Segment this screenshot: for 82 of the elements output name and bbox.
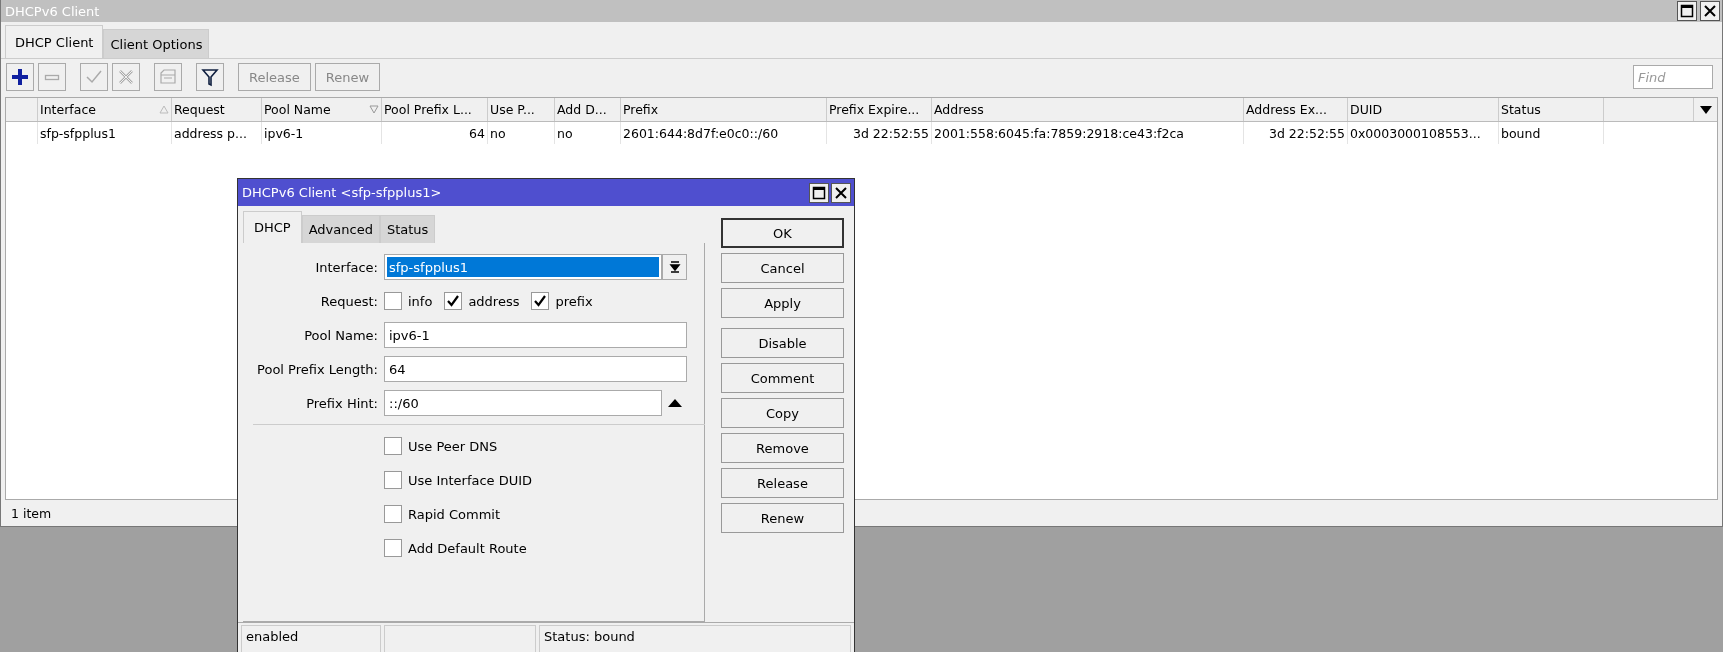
column-header[interactable]: Prefix [621,98,827,121]
field-label: Prefix Hint: [305,395,379,411]
close-icon[interactable] [1700,1,1720,21]
dialog-button[interactable]: Renew [721,503,844,533]
sort-descending-icon [369,105,379,114]
input-field[interactable]: ::/60 [384,390,662,416]
table-cell: no [555,122,621,144]
table-cell: 64 [382,122,488,144]
table-cell: 2601:644:8d7f:e0c0::/60 [621,122,827,144]
checkbox[interactable] [384,437,402,455]
table-cell: no [488,122,555,144]
tab[interactable]: DHCP Client [5,25,104,58]
column-header[interactable]: DUID [1348,98,1499,121]
close-icon[interactable] [831,182,851,203]
dialog-title: DHCPv6 Client <sfp-sfpplus1> [242,185,442,200]
field-label: Request: [319,293,379,309]
checkbox-label: Use Peer DNS [408,438,498,454]
checkbox[interactable] [384,505,402,523]
dialog-button[interactable]: OK [721,218,844,248]
tab[interactable]: Status [379,215,436,243]
checkbox[interactable] [384,539,402,557]
column-header[interactable]: Add D... [555,98,621,121]
checkbox[interactable] [531,292,550,310]
field-label: Pool Name: [303,327,379,343]
collapse-icon[interactable] [667,399,682,407]
column-header[interactable]: Status [1499,98,1604,121]
table-cell: 0x0003000108553... [1348,122,1499,144]
dropdown-button[interactable] [662,254,687,280]
table-cell: bound [1499,122,1604,144]
table-cell: 3d 22:52:55 [827,122,932,144]
checkbox-label: Rapid Commit [408,506,501,522]
table-cell: ipv6-1 [262,122,382,144]
checkbox-label: prefix [555,293,593,309]
dialog-button[interactable]: Comment [721,363,844,393]
column-header[interactable]: Pool Name [262,98,382,121]
item-count: 1 item [11,505,52,521]
maximize-icon[interactable] [809,182,829,203]
table-cell: 3d 22:52:55 [1244,122,1348,144]
tab[interactable]: Client Options [103,29,210,58]
maximize-icon[interactable] [1677,1,1697,21]
connection-status: Status: bound [539,625,851,652]
field-label: Interface: [314,259,379,275]
filter-icon [200,67,220,87]
add-button[interactable] [6,63,34,91]
dialog-button[interactable]: Remove [721,433,844,463]
input-field[interactable]: 64 [384,356,687,382]
table-cell: address p... [172,122,262,144]
checkbox-label: info [408,293,433,309]
table-cell: 2001:558:6045:fa:7859:2918:ce43:f2ca [932,122,1244,144]
dialog-button[interactable]: Apply [721,288,844,318]
window-title: DHCPv6 Client [5,3,100,19]
column-header[interactable]: Prefix Expire... [827,98,932,121]
input-field[interactable]: ipv6-1 [384,322,687,348]
checkbox-label: Add Default Route [408,540,527,556]
column-header[interactable]: Interface [38,98,172,121]
dialog-button[interactable]: Copy [721,398,844,428]
checkbox-label: address [468,293,520,309]
note-icon [158,67,178,87]
table-cell: sfp-sfpplus1 [38,122,172,144]
checkbox[interactable] [444,292,463,310]
column-menu-icon [1699,105,1712,114]
filter-button[interactable] [196,63,224,91]
dialog-button[interactable]: Release [721,468,844,498]
tab[interactable]: DHCP [243,211,302,243]
tab[interactable]: Advanced [301,215,380,243]
sort-ascending-icon [159,105,169,114]
field-label: Pool Prefix Length: [256,361,379,377]
checkbox[interactable] [384,471,402,489]
checkbox[interactable] [384,292,402,310]
column-header[interactable]: Pool Prefix L... [382,98,488,121]
dropdown-arrow-icon [668,261,681,273]
dialog-button[interactable]: Disable [721,328,844,358]
column-header[interactable]: Use P... [488,98,555,121]
interface-dropdown[interactable]: sfp-sfpplus1 [384,254,662,280]
find-field[interactable]: Find [1633,65,1713,89]
add-icon [10,67,30,87]
enabled-status: enabled [241,625,381,652]
column-header[interactable]: Address [932,98,1244,121]
column-header[interactable]: Address Ex... [1244,98,1348,121]
dialog-button[interactable]: Cancel [721,253,844,283]
column-header[interactable]: Request [172,98,262,121]
checkbox-label: Use Interface DUID [408,472,533,488]
